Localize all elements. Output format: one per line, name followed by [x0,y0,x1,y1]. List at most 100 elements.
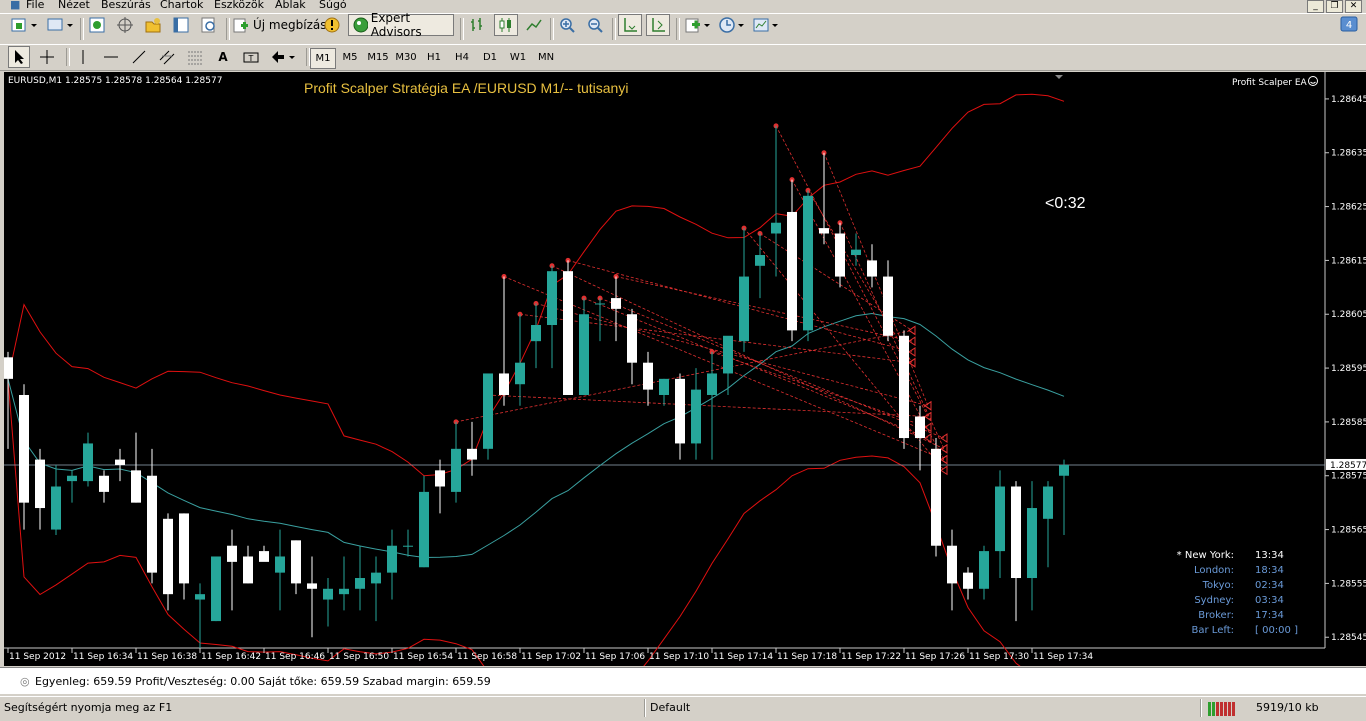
navigator-button[interactable] [142,14,164,36]
help-text: Segítségért nyomja meg az F1 [4,701,173,714]
text-button[interactable]: A [212,46,234,68]
zoom-out-button[interactable] [584,14,606,36]
candle-body [739,276,749,342]
templates-button[interactable] [750,14,782,36]
menu-insert[interactable]: Beszúrás [101,0,151,11]
fibonacci-button[interactable] [184,46,206,68]
timeframe-m5[interactable]: M5 [338,48,362,67]
menu-tools[interactable]: Eszközök [214,0,264,11]
chart-shift-icon [652,18,665,32]
candle-body [643,362,653,390]
candle-body [211,556,221,622]
candle-body [163,518,173,595]
trendline-button[interactable] [128,46,150,68]
text-label-button[interactable]: T [240,46,262,68]
menu-window[interactable]: Ablak [275,0,306,11]
profiles-button[interactable] [44,14,76,36]
warning-icon [324,17,340,33]
periods-button[interactable] [716,14,748,36]
candle-body [243,556,253,584]
candle-body [627,314,637,363]
strategy-tester-button[interactable] [198,14,220,36]
cursor-button[interactable] [8,46,30,68]
svg-text:4: 4 [1346,20,1352,31]
bar-chart-button[interactable] [466,14,490,36]
autoscroll-button[interactable] [618,14,642,36]
candle-body [1043,486,1053,519]
candle-body [995,486,1005,552]
data-window-button[interactable] [114,14,136,36]
crosshair-icon [40,50,54,64]
clock-icon [719,17,744,33]
market-watch-button[interactable] [86,14,108,36]
y-tick-label: 1.28635 [1331,149,1366,159]
minimize-button[interactable]: _ [1307,0,1324,13]
candle-body [595,303,605,305]
menu-help[interactable]: Súgó [319,0,347,11]
timeframe-m30[interactable]: M30 [394,48,418,67]
candle-body [867,260,877,277]
zoom-in-button[interactable] [556,14,578,36]
expert-advisors-label: Expert Advisors [370,11,422,39]
menu-file[interactable]: File [26,0,44,11]
timeframe-h1[interactable]: H1 [422,48,446,67]
notifications-button[interactable]: 4 [1336,14,1362,36]
chart-shift-button[interactable] [646,14,670,36]
vertical-line-icon [82,50,84,64]
candle-body [307,583,317,589]
candle-body [675,378,685,444]
chart-title: Profit Scalper Stratégia EA /EURUSD M1/-… [304,80,628,96]
indicators-button[interactable] [682,14,714,36]
drawing-toolbar: A T M1 M5 M15 M30 H1 H4 D1 W1 MN [0,44,1366,71]
line-chart-button[interactable] [522,14,546,36]
candle-body [259,551,269,562]
arrows-button[interactable] [268,46,300,68]
terminal-button[interactable] [170,14,192,36]
arrows-icon [272,51,295,63]
current-price-label: 1.28577 [1330,461,1366,471]
restore-button[interactable]: ❐ [1326,0,1343,13]
notification-icon: 4 [1340,16,1358,32]
candle-chart-button[interactable] [494,14,518,36]
crosshair-button[interactable] [36,46,58,68]
profile-name: Default [650,701,691,714]
profiles-icon [47,18,73,31]
account-summary: Egyenleg: 659.59 Profit/Veszteség: 0.00 … [35,675,491,688]
timeframe-mn[interactable]: MN [534,48,558,67]
candle-body [547,271,557,326]
candle-body [19,394,29,503]
candle-body [51,486,61,530]
timeframe-w1[interactable]: W1 [506,48,530,67]
clock-city: Bar Left: [1192,625,1234,636]
status-bar: Segítségért nyomja meg az F1 Default 591… [0,696,1366,721]
timeframe-h4[interactable]: H4 [450,48,474,67]
candle-body [291,540,301,584]
fibonacci-icon [188,51,202,65]
trendline-icon [132,50,146,64]
close-button[interactable]: ✕ [1345,0,1362,13]
channel-button[interactable] [156,46,178,68]
horizontal-line-button[interactable] [100,46,122,68]
chart-window[interactable]: 1.28645 1.28635 1.28625 1.28615 1.28605 1.285… [3,72,1366,713]
bar-chart-icon [471,18,482,31]
candle-body [403,545,413,547]
vertical-line-button[interactable] [72,46,94,68]
candle-body [323,588,333,600]
menu-view[interactable]: Nézet [58,0,90,11]
candle-body [3,357,13,379]
menu-charts[interactable]: Chartok [160,0,203,11]
candle-body [1027,508,1037,579]
timeframe-m15[interactable]: M15 [366,48,390,67]
timeframe-d1[interactable]: D1 [478,48,502,67]
standard-toolbar: Új megbízás Expert Advisors 4 [0,11,1366,45]
autotrading-warning-button[interactable] [322,14,342,36]
timeframe-m1[interactable]: M1 [310,48,336,69]
new-chart-button[interactable] [8,14,40,36]
expert-advisors-button[interactable]: Expert Advisors [348,11,454,39]
connection-bars-icon [1208,702,1235,716]
x-tick-label: 11 Sep 16:42 [201,652,261,662]
clock-city: Sydney: [1194,595,1234,606]
account-icon: ◎ [20,675,30,688]
candle-body [691,389,701,444]
price-chart[interactable]: 1.28645 1.28635 1.28625 1.28615 1.28605 1.285… [3,72,1366,713]
